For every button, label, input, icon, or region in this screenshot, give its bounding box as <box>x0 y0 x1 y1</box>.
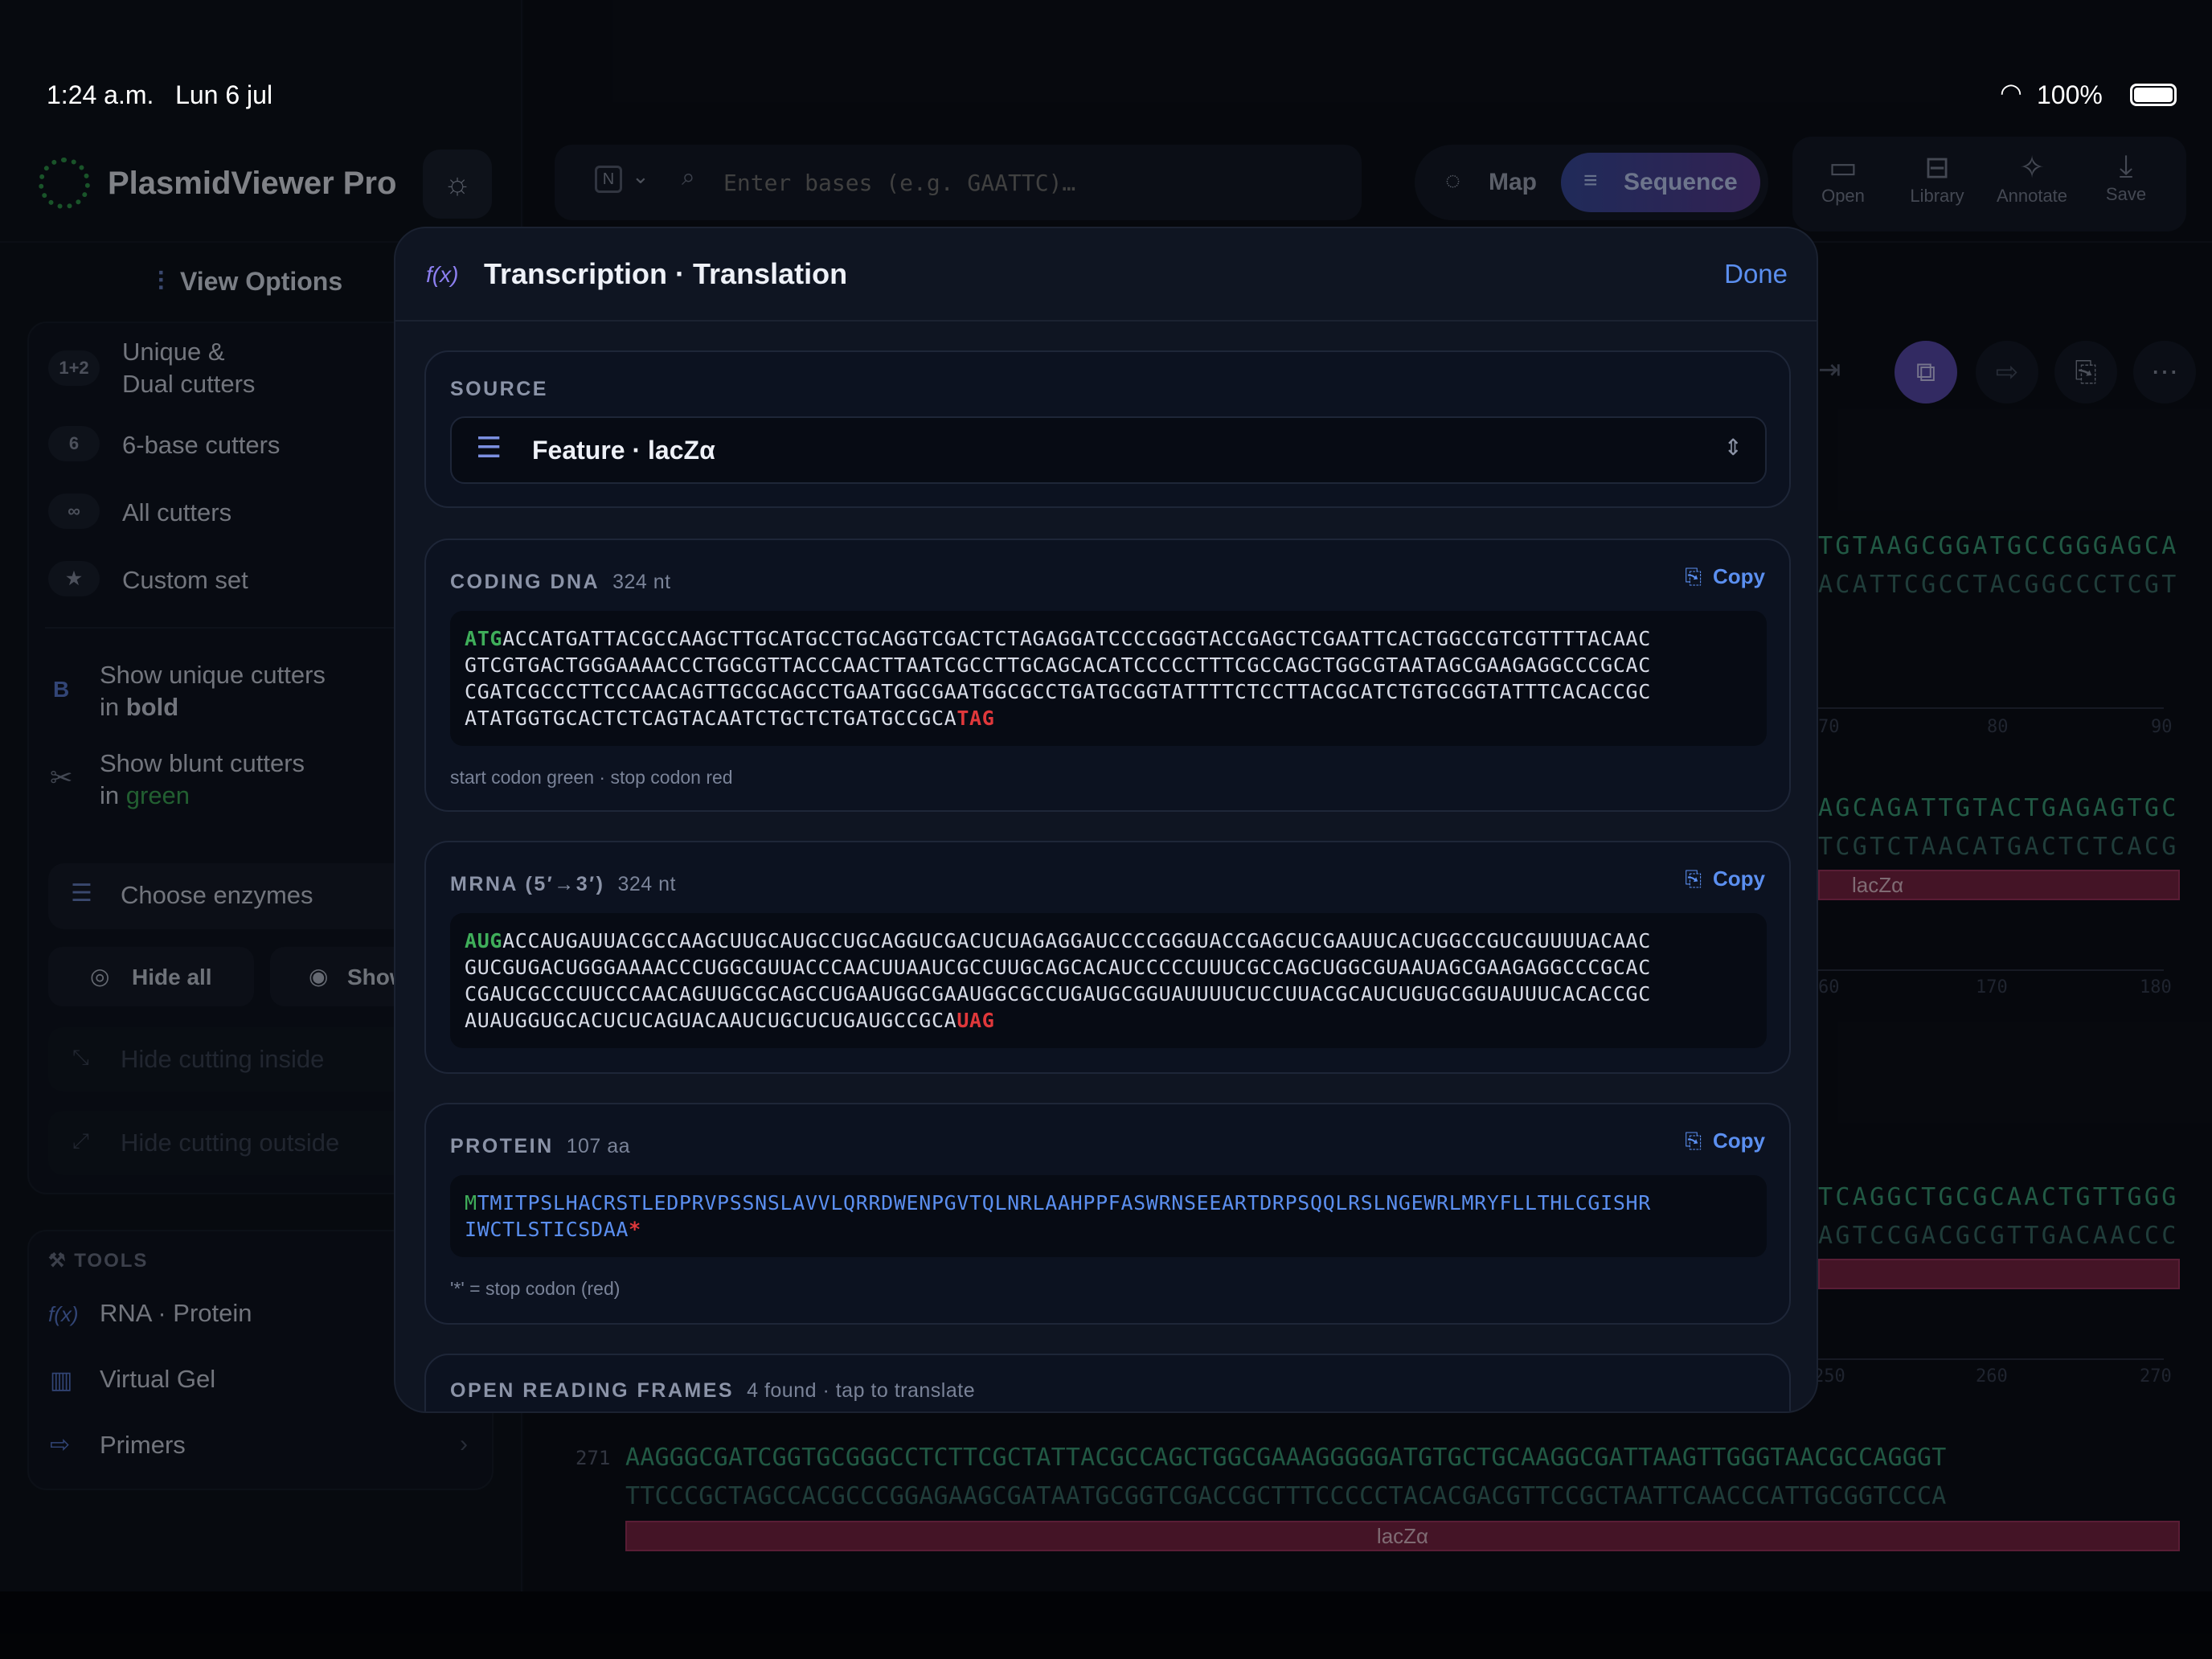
battery-icon <box>2130 84 2177 106</box>
divider <box>395 320 1817 322</box>
source-value: Feature · lacZα <box>532 436 715 465</box>
mrna-sequence: AUGACCAUGAUUACGCCAAGCUUGCAUGCCUGCAGGUCGA… <box>450 913 1767 1048</box>
list-icon: ☰ <box>476 431 502 464</box>
wifi-icon: ◠ <box>2000 78 2022 107</box>
protein-stop-note: '*' = stop codon (red) <box>450 1278 621 1299</box>
orf-card[interactable]: OPEN READING FRAMES 4 found · tap to tran… <box>424 1354 1791 1411</box>
mrna-card: MRNA (5′→3′) 324 nt ⎘ Copy AUGACCAUGAUUACG… <box>424 841 1791 1074</box>
modal-title: Transcription · Translation <box>484 257 848 290</box>
app-root: 1:24 a.m. Lun 6 jul PlasmidViewer Pro ☼ … <box>0 0 2212 1659</box>
function-icon: f(x) <box>426 262 459 287</box>
start-residue: M <box>465 1191 477 1215</box>
protein-header: PROTEIN 107 aa <box>450 1135 631 1157</box>
copy-coding-dna-button[interactable]: ⎘ Copy <box>1685 564 1765 590</box>
copy-mrna-button[interactable]: ⎘ Copy <box>1685 866 1765 892</box>
copy-icon: ⎘ <box>1685 1129 1702 1153</box>
source-picker[interactable]: ☰ Feature · lacZα ⇕ <box>450 416 1767 484</box>
start-codon: ATG <box>465 627 503 650</box>
coding-dna-header: CODING DNA 324 nt <box>450 571 671 593</box>
chevron-updown-icon: ⇕ <box>1723 435 1743 460</box>
protein-sequence: MTMITPSLHACRSTLEDPRVPSSNSLAVVLQRRDWENPGV… <box>450 1175 1767 1257</box>
transcription-modal: f(x) Transcription · Translation Done SO… <box>394 227 1818 1413</box>
copy-icon: ⎘ <box>1685 564 1702 588</box>
stop-symbol: * <box>629 1218 641 1241</box>
copy-protein-button[interactable]: ⎘ Copy <box>1685 1129 1765 1154</box>
done-button[interactable]: Done <box>1724 259 1788 289</box>
battery-percent: 100% <box>2037 80 2103 109</box>
copy-icon: ⎘ <box>1685 866 1702 891</box>
source-label: SOURCE <box>450 378 548 400</box>
orf-header: OPEN READING FRAMES 4 found · tap to tran… <box>450 1379 976 1402</box>
stop-codon: UAG <box>956 1009 995 1032</box>
mrna-header: MRNA (5′→3′) 324 nt <box>450 873 676 895</box>
coding-dna-card: CODING DNA 324 nt ⎘ Copy ATGACCATGATTACGCC… <box>424 539 1791 812</box>
codon-legend-note: start codon green · stop codon red <box>450 767 733 788</box>
stop-codon: TAG <box>956 707 995 730</box>
coding-dna-sequence: ATGACCATGATTACGCCAAGCTTGCATGCCTGCAGGTCGA… <box>450 611 1767 746</box>
start-codon: AUG <box>465 929 503 952</box>
source-card: SOURCE ☰ Feature · lacZα ⇕ <box>424 350 1791 508</box>
protein-card: PROTEIN 107 aa ⎘ Copy MTMITPSLHACRSTLEDPRV… <box>424 1103 1791 1325</box>
status-clock: 1:24 a.m. Lun 6 jul <box>47 80 273 109</box>
